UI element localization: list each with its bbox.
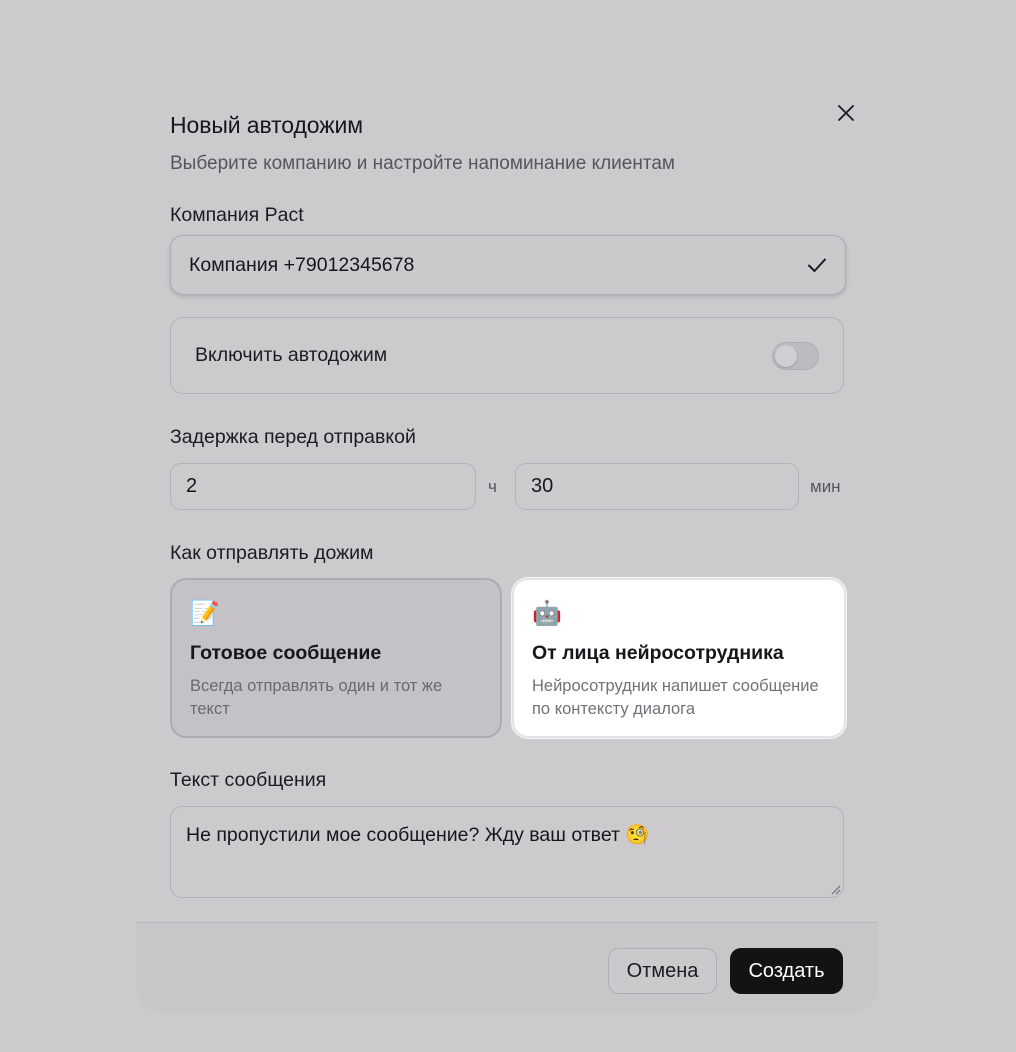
- autofollowup-toggle-row[interactable]: Включить автодожим: [170, 317, 844, 394]
- option-title: От лица нейросотрудника: [532, 642, 784, 664]
- autofollowup-switch[interactable]: [772, 341, 819, 370]
- robot-icon: 🤖: [532, 600, 562, 627]
- option-card-ready-message[interactable]: 📝 Готовое сообщение Всегда отправлять од…: [170, 578, 502, 738]
- autofollowup-toggle-label: Включить автодожим: [195, 344, 388, 366]
- message-text-label: Текст сообщения: [170, 769, 327, 791]
- message-textarea-value: Не пропустили мое сообщение? Жду ваш отв…: [186, 824, 650, 846]
- option-title: Готовое сообщение: [190, 642, 382, 664]
- memo-icon: 📝: [190, 600, 220, 627]
- create-button[interactable]: Создать: [730, 948, 843, 994]
- delay-label: Задержка перед отправкой: [170, 426, 416, 448]
- delay-minutes-input[interactable]: [515, 463, 799, 510]
- cancel-button[interactable]: Отмена: [608, 948, 717, 994]
- company-select[interactable]: Компания +79012345678: [170, 235, 846, 295]
- option-description: Нейросотрудник напишет сообщение по конт…: [532, 677, 819, 718]
- send-mode-label: Как отправлять дожим: [170, 542, 374, 564]
- dialog-title: Новый автодожим: [170, 112, 363, 138]
- hours-unit-label: ч: [488, 477, 497, 496]
- close-button[interactable]: [833, 100, 859, 126]
- dialog-footer: Отмена Создать: [136, 922, 878, 1012]
- option-description: Всегда отправлять один и тот же текст: [190, 677, 443, 718]
- switch-knob: [775, 344, 797, 367]
- option-card-ai-employee[interactable]: 🤖 От лица нейросотрудника Нейросотрудник…: [512, 578, 846, 738]
- close-icon: [838, 105, 854, 121]
- company-select-value: Компания +79012345678: [189, 253, 415, 276]
- message-textarea[interactable]: Не пропустили мое сообщение? Жду ваш отв…: [170, 806, 844, 898]
- check-icon: [808, 258, 826, 272]
- resize-handle-icon[interactable]: [829, 883, 841, 895]
- dialog-subtitle: Выберите компанию и настройте напоминани…: [170, 153, 675, 174]
- new-autofollowup-dialog: Новый автодожим Выберите компанию и наст…: [136, 78, 878, 1012]
- minutes-unit-label: мин: [810, 477, 841, 496]
- delay-hours-input[interactable]: [170, 463, 476, 510]
- company-label: Компания Pact: [170, 204, 304, 226]
